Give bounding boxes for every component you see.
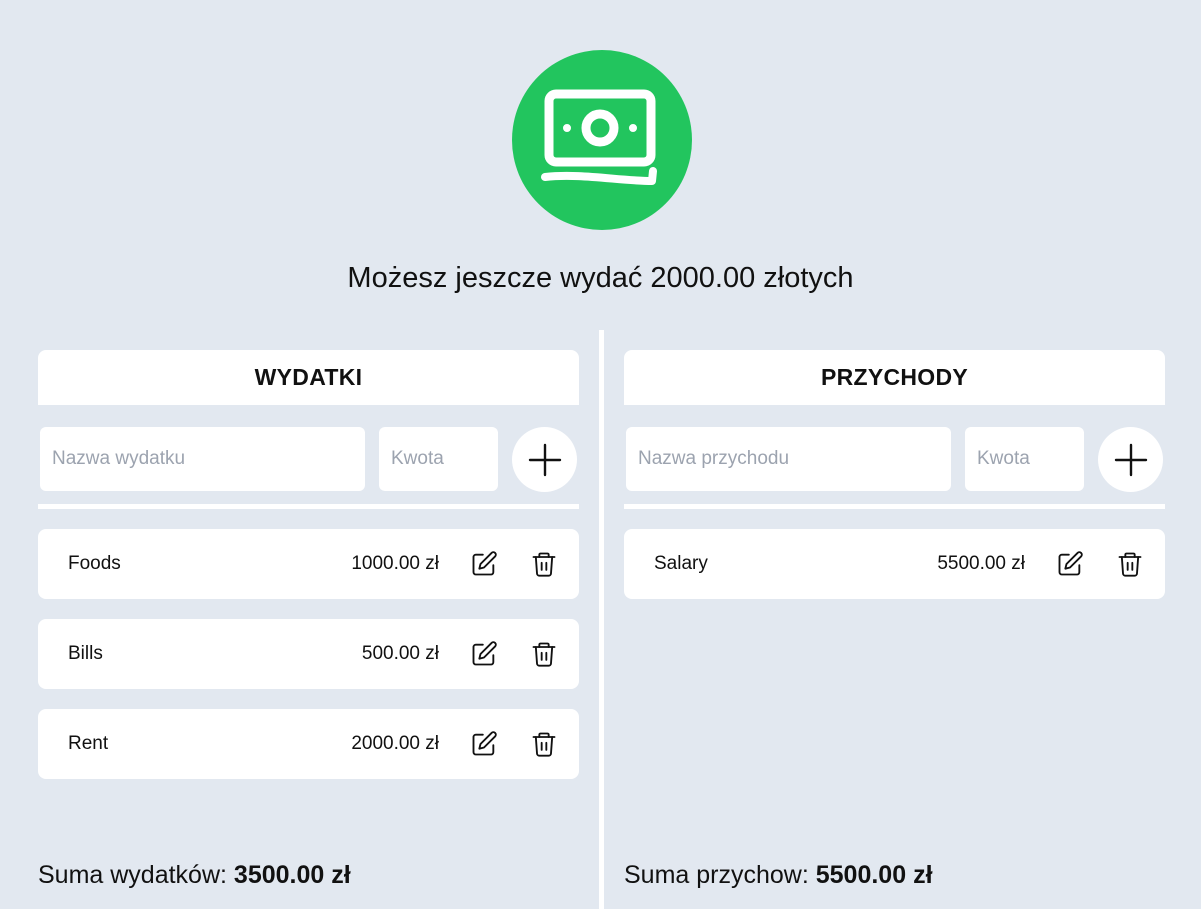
item-name: Salary	[654, 553, 708, 574]
item-name: Bills	[68, 643, 103, 664]
item-amount: 5500.00 zł	[937, 553, 1025, 574]
expenses-separator	[38, 504, 579, 509]
trash-icon	[1118, 552, 1142, 577]
edit-button[interactable]	[469, 549, 499, 579]
pencil-square-icon	[472, 551, 497, 576]
list-item: Foods 1000.00 zł	[38, 529, 579, 599]
column-divider	[599, 330, 604, 909]
edit-button[interactable]	[469, 639, 499, 669]
item-name: Rent	[68, 733, 109, 754]
trash-icon	[532, 642, 556, 667]
delete-button[interactable]	[529, 549, 559, 579]
incomes-title: PRZYCHODY	[624, 350, 1165, 405]
remaining-budget-text: Możesz jeszcze wydać 2000.00 złotych	[347, 262, 854, 294]
expenses-list: Foods 1000.00 zł Bills 500.00 zł Rent 20…	[38, 529, 579, 799]
list-item: Salary 5500.00 zł	[624, 529, 1165, 599]
income-amount-input[interactable]	[965, 427, 1084, 491]
incomes-list: Salary 5500.00 zł	[624, 529, 1165, 619]
item-amount: 500.00 zł	[361, 643, 439, 664]
edit-button[interactable]	[1055, 549, 1085, 579]
incomes-sum-value: 5500.00 zł	[815, 861, 933, 889]
incomes-sum-label: Suma przychow:	[624, 861, 809, 889]
pencil-square-icon	[472, 641, 497, 666]
incomes-sum: Suma przychow: 5500.00 zł	[624, 861, 933, 890]
pencil-square-icon	[1058, 551, 1083, 576]
expenses-column: WYDATKI Foods 1000.00 zł Bills 500.00 zł	[38, 350, 579, 909]
expenses-title: WYDATKI	[38, 350, 579, 405]
list-item: Rent 2000.00 zł	[38, 709, 579, 779]
item-name: Foods	[68, 553, 121, 574]
expense-name-input[interactable]	[40, 427, 365, 491]
item-amount: 2000.00 zł	[351, 733, 439, 754]
plus-icon	[1114, 443, 1147, 476]
trash-icon	[532, 552, 556, 577]
delete-button[interactable]	[1115, 549, 1145, 579]
item-amount: 1000.00 zł	[351, 553, 439, 574]
add-income-button[interactable]	[1098, 427, 1163, 492]
money-bill-icon	[512, 50, 692, 230]
expenses-sum-value: 3500.00 zł	[233, 861, 351, 889]
add-expense-button[interactable]	[512, 427, 577, 492]
pencil-square-icon	[472, 731, 497, 756]
incomes-column: PRZYCHODY Salary 5500.00 zł Suma przycho…	[624, 350, 1165, 909]
trash-icon	[532, 732, 556, 757]
expenses-sum-label: Suma wydatków:	[38, 861, 227, 889]
incomes-separator	[624, 504, 1165, 509]
delete-button[interactable]	[529, 639, 559, 669]
list-item: Bills 500.00 zł	[38, 619, 579, 689]
expense-amount-input[interactable]	[379, 427, 498, 491]
expenses-sum: Suma wydatków: 3500.00 zł	[38, 861, 351, 890]
plus-icon	[528, 443, 561, 476]
edit-button[interactable]	[469, 729, 499, 759]
delete-button[interactable]	[529, 729, 559, 759]
income-name-input[interactable]	[626, 427, 951, 491]
